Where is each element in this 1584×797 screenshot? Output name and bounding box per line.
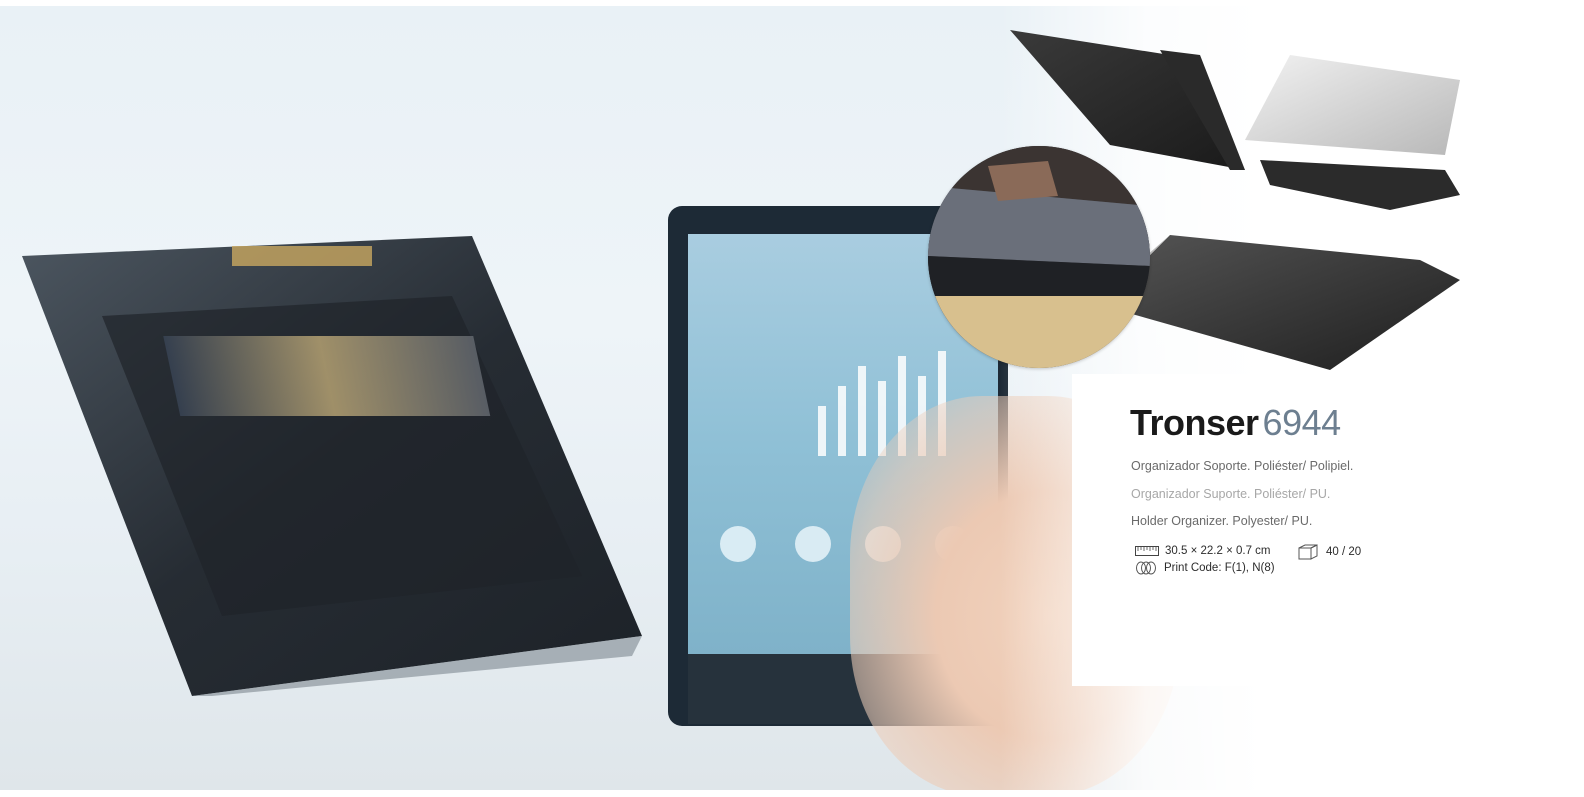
bottom-margin — [0, 790, 1584, 797]
print-technique-icon — [1136, 561, 1156, 575]
dimensions-value: 30.5 × 22.2 × 0.7 cm — [1165, 545, 1271, 557]
description-english: Holder Organizer. Polyester/ PU. — [1131, 514, 1313, 528]
description-portuguese: Organizador Suporte. Poliéster/ PU. — [1131, 487, 1331, 501]
print-code-spec: Print Code: F(1), N(8) — [1135, 561, 1275, 575]
box-icon — [1298, 544, 1318, 560]
print-code-value: Print Code: F(1), N(8) — [1164, 562, 1275, 574]
ruler-icon — [1135, 546, 1159, 556]
packaging-spec: 40 / 20 — [1298, 544, 1361, 560]
dimensions-spec: 30.5 × 22.2 × 0.7 cm — [1135, 545, 1271, 557]
product-info-card: Tronser 6944 Organizador Soporte. Poliést… — [1072, 374, 1468, 686]
tablet-organizer-photo-left — [22, 236, 642, 696]
description-spanish: Organizador Soporte. Poliéster/ Polipiel… — [1131, 459, 1354, 473]
detail-zoom-image — [928, 146, 1150, 368]
product-code: 6944 — [1262, 402, 1342, 443]
product-title: Tronser 6944 — [1130, 402, 1341, 444]
packaging-value: 40 / 20 — [1326, 546, 1362, 558]
product-name: Tronser — [1130, 402, 1259, 443]
